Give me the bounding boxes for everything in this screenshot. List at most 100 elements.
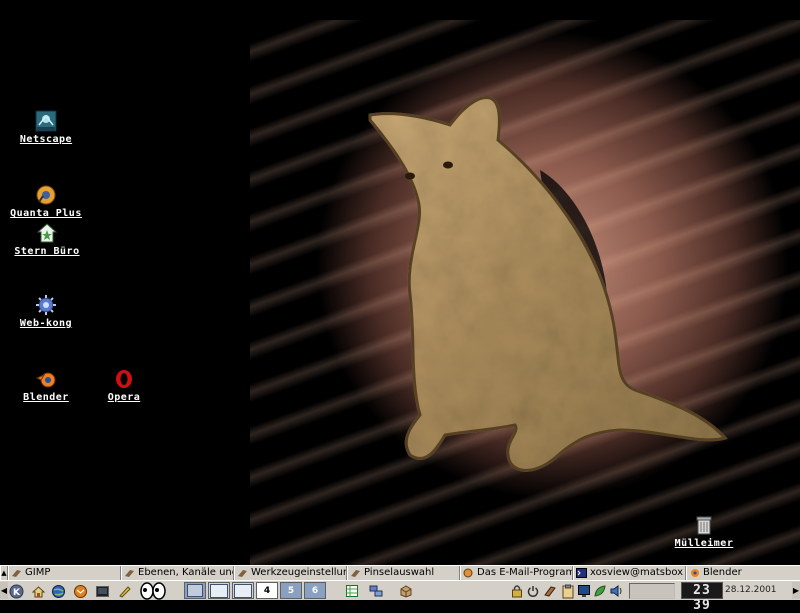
desktop-icon-label: Stern Büro	[14, 246, 80, 257]
pager-window-thumb	[187, 584, 203, 597]
desktop-icon-label: Netscape	[19, 134, 73, 145]
pager-desktop-3[interactable]	[232, 582, 254, 599]
mail-icon	[463, 568, 473, 578]
task-button-gimp[interactable]: GIMP	[8, 566, 121, 580]
desktop-icon-opera[interactable]: Opera	[100, 368, 148, 403]
taskbar: ▲ GIMP Ebenen, Kanäle und Werkzeugeinste…	[0, 565, 800, 580]
lock-screen-button[interactable]	[510, 582, 524, 600]
task-label: Werkzeugeinstellung	[251, 567, 347, 578]
blender-icon	[35, 372, 56, 388]
pager-window-thumb	[210, 583, 228, 598]
tray-empty-area	[629, 583, 675, 599]
pager-number: 4	[263, 585, 271, 596]
home-icon	[31, 585, 45, 597]
task-button-ebenen[interactable]: Ebenen, Kanäle und	[121, 566, 234, 580]
pager-desktop-5[interactable]: 5	[280, 582, 302, 599]
stern-buro-icon	[36, 223, 58, 243]
task-button-werkzeug[interactable]: Werkzeugeinstellung	[234, 566, 347, 580]
pager-desktop-4[interactable]: 4	[256, 582, 278, 599]
kde-gear-icon: K	[9, 584, 23, 598]
task-button-email[interactable]: Das E-Mail-Programm	[460, 566, 573, 580]
clipboard-icon	[562, 584, 574, 598]
k-menu-button[interactable]: K	[8, 582, 24, 600]
logout-button[interactable]	[526, 582, 540, 600]
game-tray-button[interactable]	[592, 582, 608, 600]
task-button-xosview[interactable]: xosview@matsbox	[573, 566, 686, 580]
desktop-icon-label: Opera	[107, 392, 141, 403]
desktop-icon-label: Web-kong	[19, 318, 73, 329]
desktop-icon-label: Blender	[23, 392, 69, 403]
pager-desktop-6[interactable]: 6	[304, 582, 326, 599]
blender-icon	[691, 569, 699, 577]
pager-number: 5	[287, 585, 295, 596]
opera-icon	[116, 370, 132, 388]
eyes-icon	[140, 582, 166, 600]
package-icon	[400, 585, 412, 598]
gimp-icon	[351, 570, 360, 577]
tray-app-button[interactable]	[542, 582, 558, 600]
volume-button[interactable]	[608, 582, 624, 600]
desktop-icon-trash[interactable]: Mülleimer	[666, 514, 742, 549]
pencil-icon	[118, 585, 131, 598]
trash-icon	[696, 516, 712, 535]
clipboard-button[interactable]	[560, 582, 576, 600]
globe-icon	[51, 584, 65, 598]
package-button[interactable]	[398, 582, 414, 600]
task-label: Pinselauswahl	[364, 567, 435, 578]
pager-number: 6	[311, 585, 319, 596]
speaker-icon	[610, 585, 622, 597]
netscape-icon	[35, 110, 57, 132]
mail-button[interactable]	[72, 582, 88, 600]
task-button-blender[interactable]: Blender	[686, 566, 792, 580]
triangle-up-icon: ▲	[1, 569, 7, 577]
power-icon	[527, 586, 539, 597]
svg-text:K: K	[13, 588, 21, 598]
monitor-tray-button[interactable]	[576, 582, 592, 600]
tray-separator	[628, 582, 676, 600]
pager-window-thumb	[234, 583, 252, 598]
terminal-icon	[95, 585, 109, 597]
app-launcher-button[interactable]	[344, 582, 360, 600]
kmail-icon	[73, 584, 87, 598]
task-label: Blender	[703, 567, 742, 578]
date-display[interactable]: 28.12.2001	[725, 585, 777, 595]
triangle-left-icon: ◀	[0, 586, 8, 595]
monitor-icon	[578, 585, 590, 597]
home-button[interactable]	[30, 582, 46, 600]
web-kong-icon	[36, 295, 56, 315]
desktop-icon-blender[interactable]: Blender	[16, 368, 76, 403]
spreadsheet-icon	[346, 585, 358, 597]
lock-icon	[512, 585, 522, 598]
task-label: xosview@matsbox	[590, 567, 684, 578]
task-label: GIMP	[25, 567, 51, 578]
kde-panel: ◀ K 4 5 6 23 39 28.12.2001 ▶	[0, 580, 800, 613]
gimp-icon	[125, 570, 134, 577]
triangle-right-icon: ▶	[792, 586, 800, 595]
network-icon	[369, 585, 383, 597]
pager-desktop-1[interactable]	[184, 582, 206, 599]
leaf-icon	[594, 585, 606, 597]
terminal-icon	[576, 568, 587, 578]
desktop-icon-stern-buro[interactable]: Stern Büro	[6, 222, 88, 257]
quanta-plus-icon	[36, 185, 56, 205]
pager-desktop-2[interactable]	[208, 582, 230, 599]
gimp-icon	[238, 570, 247, 577]
desktop-icon-netscape[interactable]: Netscape	[14, 110, 78, 145]
panel-hide-left-button[interactable]: ◀	[0, 582, 8, 599]
desktop[interactable]: Netscape Quanta Plus Stern Büro Web-kong	[0, 0, 800, 565]
task-button-pinsel[interactable]: Pinselauswahl	[347, 566, 460, 580]
clock-display[interactable]: 23 39	[681, 582, 723, 613]
desktop-icon-quanta-plus[interactable]: Quanta Plus	[2, 184, 90, 219]
desktop-icon-web-kong[interactable]: Web-kong	[12, 294, 80, 329]
panel-hide-right-button[interactable]: ▶	[792, 582, 800, 599]
network-button[interactable]	[368, 582, 384, 600]
editor-button[interactable]	[116, 582, 132, 600]
task-label: Das E-Mail-Programm	[477, 567, 572, 578]
cat-wallpaper-image	[368, 95, 728, 472]
gimp-icon	[12, 570, 21, 577]
taskbar-scroll-left-button[interactable]: ▲	[0, 566, 8, 580]
desktop-icon-label: Quanta Plus	[10, 208, 82, 219]
browser-button[interactable]	[50, 582, 66, 600]
terminal-button[interactable]	[94, 582, 110, 600]
gimp-tray-icon	[544, 586, 556, 597]
